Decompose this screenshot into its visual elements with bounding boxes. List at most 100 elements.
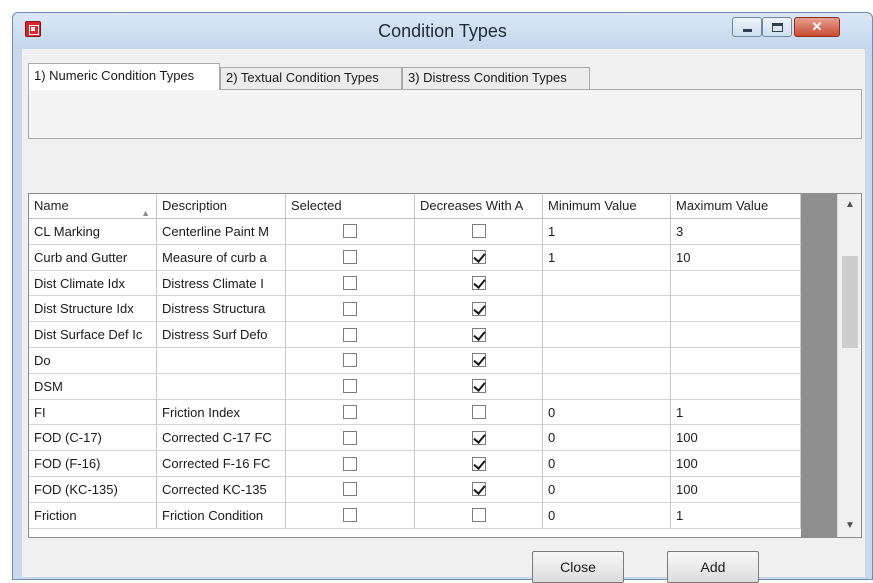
table-row[interactable]: Curb and Gutter Measure of curb a 1 10 xyxy=(29,244,801,271)
decreases-checkbox[interactable] xyxy=(471,353,486,368)
cell-description[interactable]: Measure of curb a xyxy=(157,244,286,270)
column-header-decreases[interactable]: Decreases With A xyxy=(415,194,543,218)
cell-name[interactable]: FI xyxy=(29,399,157,425)
scroll-down-icon[interactable]: ▼ xyxy=(838,515,861,537)
decreases-checkbox[interactable] xyxy=(471,482,486,497)
cell-minimum[interactable]: 1 xyxy=(543,244,671,270)
cell-description[interactable]: Distress Structura xyxy=(157,296,286,322)
decreases-checkbox[interactable] xyxy=(471,301,486,316)
table-row[interactable]: FOD (F-16) Corrected F-16 FC 0 100 xyxy=(29,451,801,477)
condition-types-grid[interactable]: Name ▲ Description Selected Decreases Wi… xyxy=(28,193,862,538)
cell-description[interactable] xyxy=(157,373,286,399)
selected-checkbox[interactable] xyxy=(343,404,357,419)
cell-minimum[interactable] xyxy=(543,322,671,347)
cell-maximum[interactable]: 1 xyxy=(671,399,801,425)
table-row[interactable]: Do xyxy=(29,348,801,374)
decreases-checkbox[interactable] xyxy=(471,327,486,342)
tab-textual[interactable]: 2) Textual Condition Types xyxy=(220,67,402,89)
cell-minimum[interactable]: 0 xyxy=(543,477,671,502)
cell-name[interactable]: CL Marking xyxy=(29,219,157,244)
cell-minimum[interactable]: 0 xyxy=(543,399,671,425)
table-row[interactable]: Dist Climate Idx Distress Climate I xyxy=(29,270,801,297)
table-row[interactable]: CL Marking Centerline Paint M 13 xyxy=(29,219,801,245)
minimize-button[interactable] xyxy=(732,17,762,37)
column-header-selected[interactable]: Selected xyxy=(286,194,415,218)
cell-minimum[interactable]: 0 xyxy=(543,425,671,451)
cell-maximum[interactable]: 100 xyxy=(671,425,801,451)
cell-maximum[interactable] xyxy=(671,270,801,296)
selected-checkbox[interactable] xyxy=(343,379,357,394)
cell-description[interactable] xyxy=(157,348,286,373)
maximize-button[interactable] xyxy=(762,17,792,37)
decreases-checkbox[interactable] xyxy=(471,379,486,394)
cell-description[interactable]: Corrected C-17 FC xyxy=(157,425,286,451)
cell-minimum[interactable]: 1 xyxy=(543,219,671,244)
cell-minimum[interactable]: 0 xyxy=(543,502,671,528)
selected-checkbox[interactable] xyxy=(343,353,357,368)
tab-numeric[interactable]: 1) Numeric Condition Types xyxy=(28,63,220,90)
cell-name[interactable]: FOD (F-16) xyxy=(29,451,157,476)
cell-name[interactable]: Curb and Gutter xyxy=(29,244,157,270)
cell-description[interactable]: Distress Surf Defo xyxy=(157,322,286,347)
selected-checkbox[interactable] xyxy=(343,508,357,523)
decreases-checkbox[interactable] xyxy=(471,224,486,239)
close-button[interactable]: Close xyxy=(532,551,624,583)
cell-name[interactable]: DSM xyxy=(29,373,157,399)
selected-checkbox[interactable] xyxy=(343,430,357,445)
close-window-button[interactable]: ✕ xyxy=(794,17,840,37)
table-row[interactable]: Friction Friction Condition 0 1 xyxy=(29,502,801,529)
column-header-minimum[interactable]: Minimum Value xyxy=(543,194,671,218)
cell-description[interactable]: Corrected KC-135 xyxy=(157,477,286,502)
cell-name[interactable]: Dist Structure Idx xyxy=(29,296,157,322)
cell-name[interactable]: Dist Surface Def Ic xyxy=(29,322,157,347)
cell-description[interactable]: Friction Index xyxy=(157,399,286,425)
selected-checkbox[interactable] xyxy=(343,301,357,316)
cell-description[interactable]: Corrected F-16 FC xyxy=(157,451,286,476)
cell-maximum[interactable] xyxy=(671,373,801,399)
cell-name[interactable]: FOD (C-17) xyxy=(29,425,157,451)
cell-name[interactable]: FOD (KC-135) xyxy=(29,477,157,502)
cell-name[interactable]: Friction xyxy=(29,502,157,528)
cell-maximum[interactable]: 3 xyxy=(671,219,801,244)
add-button[interactable]: Add xyxy=(667,551,759,583)
cell-description[interactable]: Centerline Paint M xyxy=(157,219,286,244)
cell-minimum[interactable] xyxy=(543,373,671,399)
cell-minimum[interactable] xyxy=(543,348,671,373)
cell-minimum[interactable]: 0 xyxy=(543,451,671,476)
selected-checkbox[interactable] xyxy=(343,224,357,239)
selected-checkbox[interactable] xyxy=(343,482,357,497)
table-row[interactable]: Dist Surface Def Ic Distress Surf Defo xyxy=(29,322,801,348)
table-row[interactable]: FI Friction Index 0 1 xyxy=(29,399,801,426)
column-header-name[interactable]: Name ▲ xyxy=(29,194,157,218)
scroll-up-icon[interactable]: ▲ xyxy=(838,194,861,216)
table-row[interactable]: FOD (C-17) Corrected C-17 FC 0 100 xyxy=(29,425,801,452)
cell-name[interactable]: Do xyxy=(29,348,157,373)
table-row[interactable]: DSM xyxy=(29,373,801,400)
cell-maximum[interactable] xyxy=(671,348,801,373)
vertical-scrollbar[interactable]: ▲ ▼ xyxy=(837,194,861,537)
decreases-checkbox[interactable] xyxy=(471,508,486,523)
decreases-checkbox[interactable] xyxy=(471,430,486,445)
selected-checkbox[interactable] xyxy=(343,275,357,290)
cell-maximum[interactable]: 100 xyxy=(671,477,801,502)
decreases-checkbox[interactable] xyxy=(471,404,486,419)
cell-minimum[interactable] xyxy=(543,270,671,296)
cell-name[interactable]: Dist Climate Idx xyxy=(29,270,157,296)
cell-description[interactable]: Distress Climate I xyxy=(157,270,286,296)
selected-checkbox[interactable] xyxy=(343,250,357,265)
title-bar[interactable]: Condition Types ✕ xyxy=(13,13,872,49)
cell-description[interactable]: Friction Condition xyxy=(157,502,286,528)
tab-distress[interactable]: 3) Distress Condition Types xyxy=(402,67,590,89)
decreases-checkbox[interactable] xyxy=(471,456,486,471)
cell-maximum[interactable] xyxy=(671,322,801,347)
cell-maximum[interactable]: 100 xyxy=(671,451,801,476)
decreases-checkbox[interactable] xyxy=(471,275,486,290)
table-row[interactable]: Dist Structure Idx Distress Structura xyxy=(29,296,801,323)
scrollbar-thumb[interactable] xyxy=(842,256,858,348)
cell-minimum[interactable] xyxy=(543,296,671,322)
cell-maximum[interactable]: 10 xyxy=(671,244,801,270)
decreases-checkbox[interactable] xyxy=(471,250,486,265)
table-row[interactable]: FOD (KC-135) Corrected KC-135 0 100 xyxy=(29,477,801,503)
column-header-maximum[interactable]: Maximum Value xyxy=(671,194,801,218)
selected-checkbox[interactable] xyxy=(343,456,357,471)
